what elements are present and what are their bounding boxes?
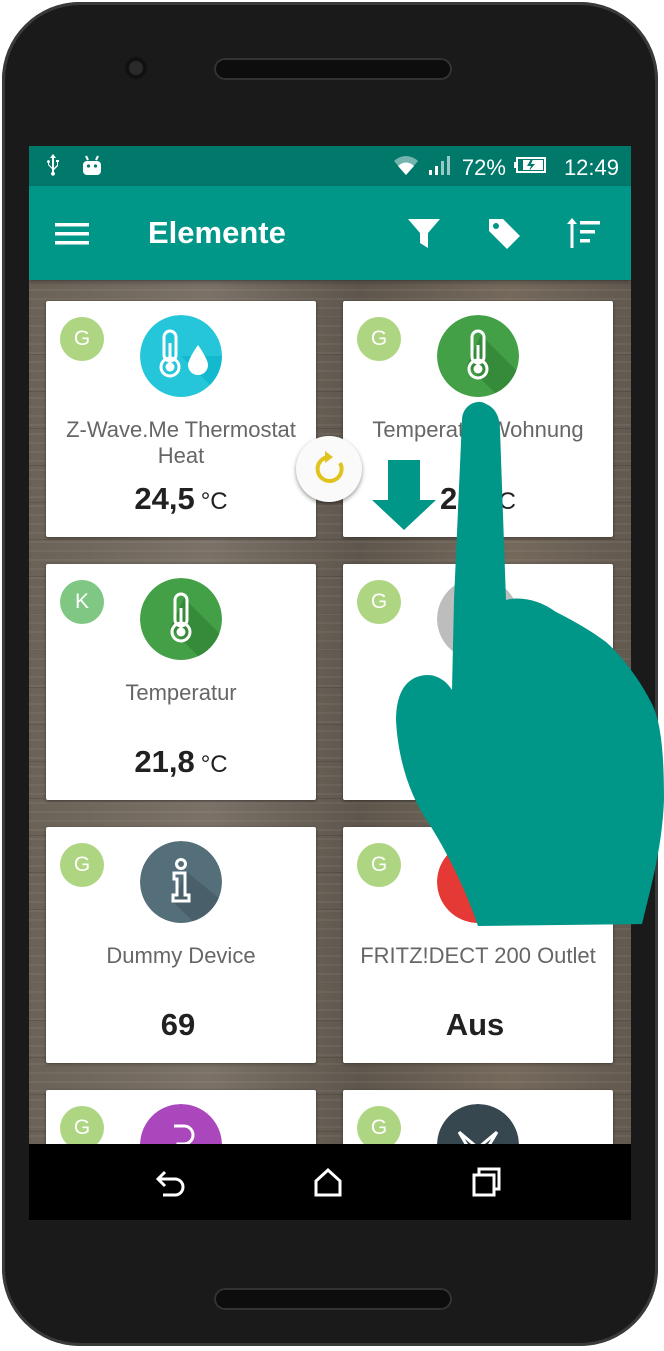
group-badge: G	[357, 1106, 401, 1144]
element-card[interactable]: G FRITZ!DECT 200 Outlet Aus	[343, 827, 613, 1063]
value-unit: °C	[200, 751, 228, 778]
refresh-spinner	[296, 436, 362, 502]
info-icon	[140, 841, 222, 923]
element-value: 21,8 °C	[134, 744, 228, 779]
device-icon	[437, 1104, 519, 1144]
element-value: 24,5 °C	[134, 481, 228, 516]
refresh-icon	[315, 451, 344, 483]
android-debug-icon	[81, 154, 103, 182]
element-card[interactable]: G Dummy Device 69	[46, 827, 316, 1063]
group-badge: G	[357, 580, 401, 624]
letter-icon	[140, 1104, 222, 1144]
group-badge: G	[60, 1106, 104, 1144]
element-name: Temperatur Wohnung	[372, 417, 584, 442]
navigation-bar	[29, 1144, 631, 1220]
wifi-icon	[392, 153, 420, 183]
battery-percent: 72%	[461, 155, 506, 180]
group-badge: K	[60, 580, 104, 624]
clock: 12:49	[563, 155, 619, 180]
element-name: Dummy Device	[106, 943, 256, 968]
sort-icon[interactable]	[565, 214, 603, 252]
earpiece-speaker	[214, 58, 452, 80]
element-card[interactable]: K Temperatur 21,8 °C	[46, 564, 316, 800]
element-card[interactable]: G	[343, 1090, 613, 1144]
home-icon[interactable]	[310, 1164, 346, 1200]
element-name: Temperatur	[125, 680, 237, 705]
element-card[interactable]: G	[343, 564, 613, 800]
element-card[interactable]: G Temperatur Wohnung 21, °C	[343, 301, 613, 537]
menu-icon[interactable]	[55, 223, 89, 245]
element-card[interactable]: G	[46, 1090, 316, 1144]
group-badge: G	[357, 317, 401, 361]
elements-grid[interactable]: G Z-Wave.Me Thermostat Heat 24,5 °C G Tem…	[29, 280, 631, 1144]
bottom-speaker	[214, 1288, 452, 1310]
element-name: Z-Wave.Me Thermostat Heat	[66, 417, 296, 468]
usb-icon	[45, 153, 61, 183]
battery-icon	[513, 155, 548, 181]
recents-icon[interactable]	[468, 1164, 504, 1200]
element-card[interactable]: G Z-Wave.Me Thermostat Heat 24,5 °C	[46, 301, 316, 537]
back-icon[interactable]	[153, 1164, 189, 1200]
thermometer-icon	[437, 315, 519, 397]
element-name: FRITZ!DECT 200 Outlet	[360, 943, 596, 968]
screen: 72% 12:49 Elemente G Z-Wave.Me Thermosta…	[29, 146, 631, 1220]
element-value: 21, °C	[439, 481, 517, 516]
thermometer-icon	[140, 578, 222, 660]
element-value: Aus	[445, 1007, 505, 1042]
app-bar: Elemente	[29, 186, 631, 280]
status-bar: 72% 12:49	[29, 146, 631, 186]
signal-icon	[428, 154, 454, 182]
element-value: 69	[160, 1007, 196, 1042]
group-badge: G	[60, 843, 104, 887]
tag-icon[interactable]	[485, 214, 523, 252]
page-title: Elemente	[148, 215, 286, 250]
group-badge: G	[357, 843, 401, 887]
device-icon	[437, 578, 519, 660]
outlet-icon	[437, 841, 519, 923]
element-value	[343, 744, 613, 780]
value-unit: °C	[200, 488, 228, 515]
group-badge: G	[60, 317, 104, 361]
front-camera	[125, 57, 147, 79]
value-unit: °C	[489, 488, 517, 515]
filter-icon[interactable]	[405, 214, 443, 252]
thermostat-icon	[140, 315, 222, 397]
